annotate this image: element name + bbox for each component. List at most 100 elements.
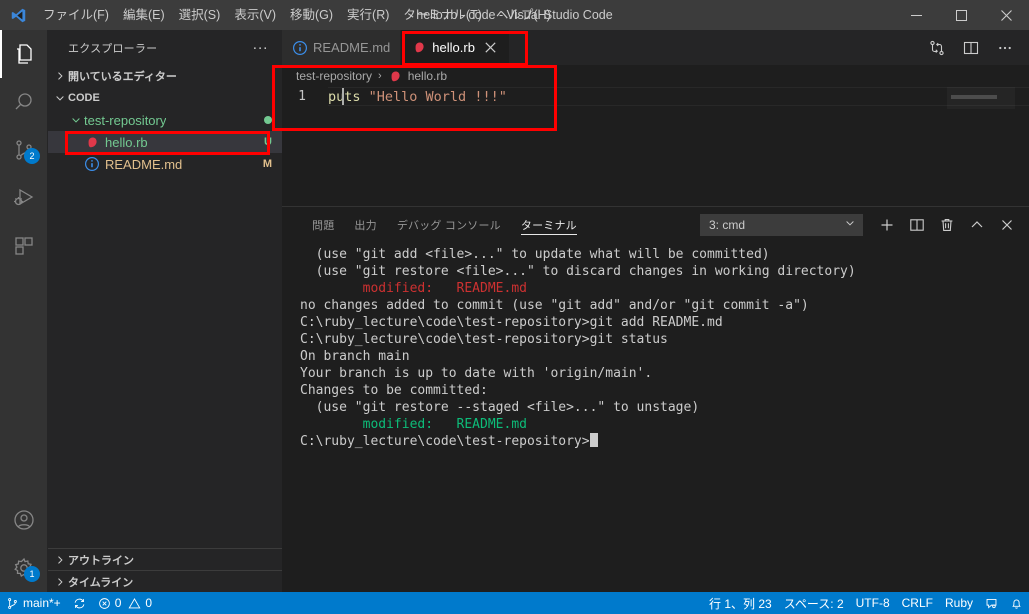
terminal-text: no changes added to commit (use "git add… — [300, 298, 809, 313]
terminal-cursor — [589, 433, 598, 447]
split-terminal-button[interactable] — [903, 211, 931, 239]
code-line-1[interactable]: 1 puts "Hello World !!!" — [282, 87, 1029, 106]
error-icon — [98, 597, 110, 609]
chevron-down-icon — [52, 90, 68, 106]
close-icon[interactable] — [984, 0, 1029, 30]
open-editors-section[interactable]: 開いているエディター — [48, 65, 282, 87]
tree-item-test-repository[interactable]: test-repository — [48, 109, 282, 131]
status-language-mode[interactable]: Ruby — [939, 592, 979, 614]
folder-label: CODE — [68, 92, 100, 104]
terminal-text: C:\ruby_lecture\code\test-repository> — [300, 434, 590, 449]
tree-item-hello-rb[interactable]: hello.rb U — [48, 131, 282, 153]
status-branch-label: main*+ — [23, 596, 61, 610]
tree-item-readme-md[interactable]: README.md M — [48, 153, 282, 175]
trash-icon[interactable] — [933, 211, 961, 239]
sidebar-item-source-control[interactable]: 2 — [0, 126, 48, 174]
ruby-file-icon — [388, 69, 404, 83]
split-editor-icon[interactable] — [957, 33, 985, 63]
terminal-text: Changes to be committed: — [300, 383, 488, 398]
menu-view[interactable]: 表示(V) — [227, 0, 283, 30]
status-feedback[interactable] — [979, 592, 1004, 614]
code-token-string: "Hello World !!!" — [368, 88, 507, 105]
status-notifications[interactable] — [1004, 592, 1029, 614]
new-terminal-button[interactable] — [873, 211, 901, 239]
editor-tabs-bar: README.md hello.rb — [282, 30, 1029, 65]
status-bar-right: 行 1、列 23 スペース: 2 UTF-8 CRLF Ruby — [703, 592, 1029, 614]
terminal-text: (use "git restore <file>..." to discard … — [300, 264, 856, 279]
tab-hello-rb[interactable]: hello.rb — [401, 30, 510, 65]
panel-tab-terminal[interactable]: ターミナル — [511, 207, 587, 242]
sidebar-item-explorer[interactable] — [0, 30, 48, 78]
status-error-count: 0 — [114, 596, 122, 610]
compare-changes-icon[interactable] — [923, 33, 951, 63]
menu-terminal[interactable]: ターミナル(T) — [396, 0, 488, 30]
close-panel-button[interactable] — [993, 211, 1021, 239]
more-actions-icon[interactable]: ··· — [246, 40, 274, 55]
terminal-line: On branch main — [300, 348, 1029, 365]
terminal-line: C:\ruby_lecture\code\test-repository>git… — [300, 331, 1029, 348]
sidebar-item-run-and-debug[interactable] — [0, 174, 48, 222]
panel-tab-output[interactable]: 出力 — [344, 207, 386, 242]
outline-section[interactable]: アウトライン — [48, 548, 282, 570]
status-cursor-position[interactable]: 行 1、列 23 — [703, 592, 778, 614]
terminal-text: modified: README.md — [300, 417, 527, 432]
markdown-info-icon — [84, 156, 100, 172]
folder-section-code[interactable]: CODE — [48, 87, 282, 109]
markdown-info-icon — [292, 40, 308, 56]
sidebar-title: エクスプローラー — [68, 42, 158, 55]
tree-item-label: hello.rb — [105, 134, 148, 150]
timeline-label: タイムライン — [68, 576, 134, 589]
bell-icon — [1012, 599, 1021, 609]
tab-readme-md[interactable]: README.md — [282, 30, 402, 65]
menu-file[interactable]: ファイル(F) — [36, 0, 116, 30]
terminal-line: (use "git restore <file>..." to discard … — [300, 263, 1029, 280]
terminal-output[interactable]: (use "git add <file>..." to update what … — [282, 242, 1029, 592]
chevron-right-icon — [52, 552, 68, 568]
menu-run[interactable]: 実行(R) — [340, 0, 396, 30]
status-eol[interactable]: CRLF — [896, 592, 939, 614]
breadcrumb-folder[interactable]: test-repository — [296, 69, 372, 83]
panel-tab-problems[interactable]: 問題 — [302, 207, 344, 242]
activity-bar: 2 1 — [0, 30, 48, 592]
gear-icon[interactable]: 1 — [0, 544, 48, 592]
terminal-text: Your branch is up to date with 'origin/m… — [300, 366, 653, 381]
code-text: puts "Hello World !!!" — [328, 89, 507, 105]
panel-tab-debug-console[interactable]: デバッグ コンソール — [387, 207, 511, 242]
menu-selection[interactable]: 選択(S) — [172, 0, 228, 30]
terminal-selector[interactable]: 3: cmd — [700, 213, 863, 236]
status-problems[interactable]: 0 0 — [92, 592, 158, 614]
menu-bar: ファイル(F) 編集(E) 選択(S) 表示(V) 移動(G) 実行(R) ター… — [36, 0, 558, 30]
ruby-file-icon — [84, 134, 100, 150]
panel-header: 問題 出力 デバッグ コンソール ターミナル 3: cmd — [282, 207, 1029, 242]
more-actions-icon[interactable] — [991, 33, 1019, 63]
breadcrumb-folder-label: test-repository — [296, 69, 373, 83]
sidebar-item-search[interactable] — [0, 78, 48, 126]
status-branch[interactable]: main*+ — [0, 592, 67, 614]
status-sync[interactable] — [67, 592, 92, 614]
status-indentation[interactable]: スペース: 2 — [778, 592, 850, 614]
maximize-icon[interactable] — [939, 0, 984, 30]
terminal-line: C:\ruby_lecture\code\test-repository>git… — [300, 314, 1029, 331]
code-editor[interactable]: 1 puts "Hello World !!!" — [282, 87, 1029, 206]
minimap[interactable] — [947, 87, 1015, 206]
explorer-sidebar: エクスプローラー ··· 開いているエディター CODE test-reposi… — [48, 30, 282, 592]
terminal-line: no changes added to commit (use "git add… — [300, 297, 1029, 314]
sidebar-item-extensions[interactable] — [0, 222, 48, 270]
editor-scrollbar-vertical[interactable] — [1015, 87, 1029, 206]
title-bar: ファイル(F) 編集(E) 選択(S) 表示(V) 移動(G) 実行(R) ター… — [0, 0, 1029, 30]
terminal-text: On branch main — [300, 349, 410, 364]
account-icon[interactable] — [0, 496, 48, 544]
menu-edit[interactable]: 編集(E) — [116, 0, 172, 30]
status-encoding[interactable]: UTF-8 — [850, 592, 896, 614]
remote-branch-icon — [8, 597, 17, 609]
timeline-section[interactable]: タイムライン — [48, 570, 282, 592]
chevron-up-icon[interactable] — [963, 211, 991, 239]
close-icon[interactable] — [483, 40, 499, 56]
terminal-selector-value: 3: cmd — [709, 217, 746, 232]
status-bar: main*+ 0 0 行 1、列 23 スペース: 2 UTF-8 CRLF R… — [0, 592, 1029, 614]
breadcrumb-file[interactable]: hello.rb — [388, 69, 447, 83]
chevron-down-icon — [844, 217, 856, 232]
menu-help[interactable]: ヘルプ(H) — [489, 0, 558, 30]
menu-go[interactable]: 移動(G) — [283, 0, 340, 30]
minimize-icon[interactable] — [894, 0, 939, 30]
